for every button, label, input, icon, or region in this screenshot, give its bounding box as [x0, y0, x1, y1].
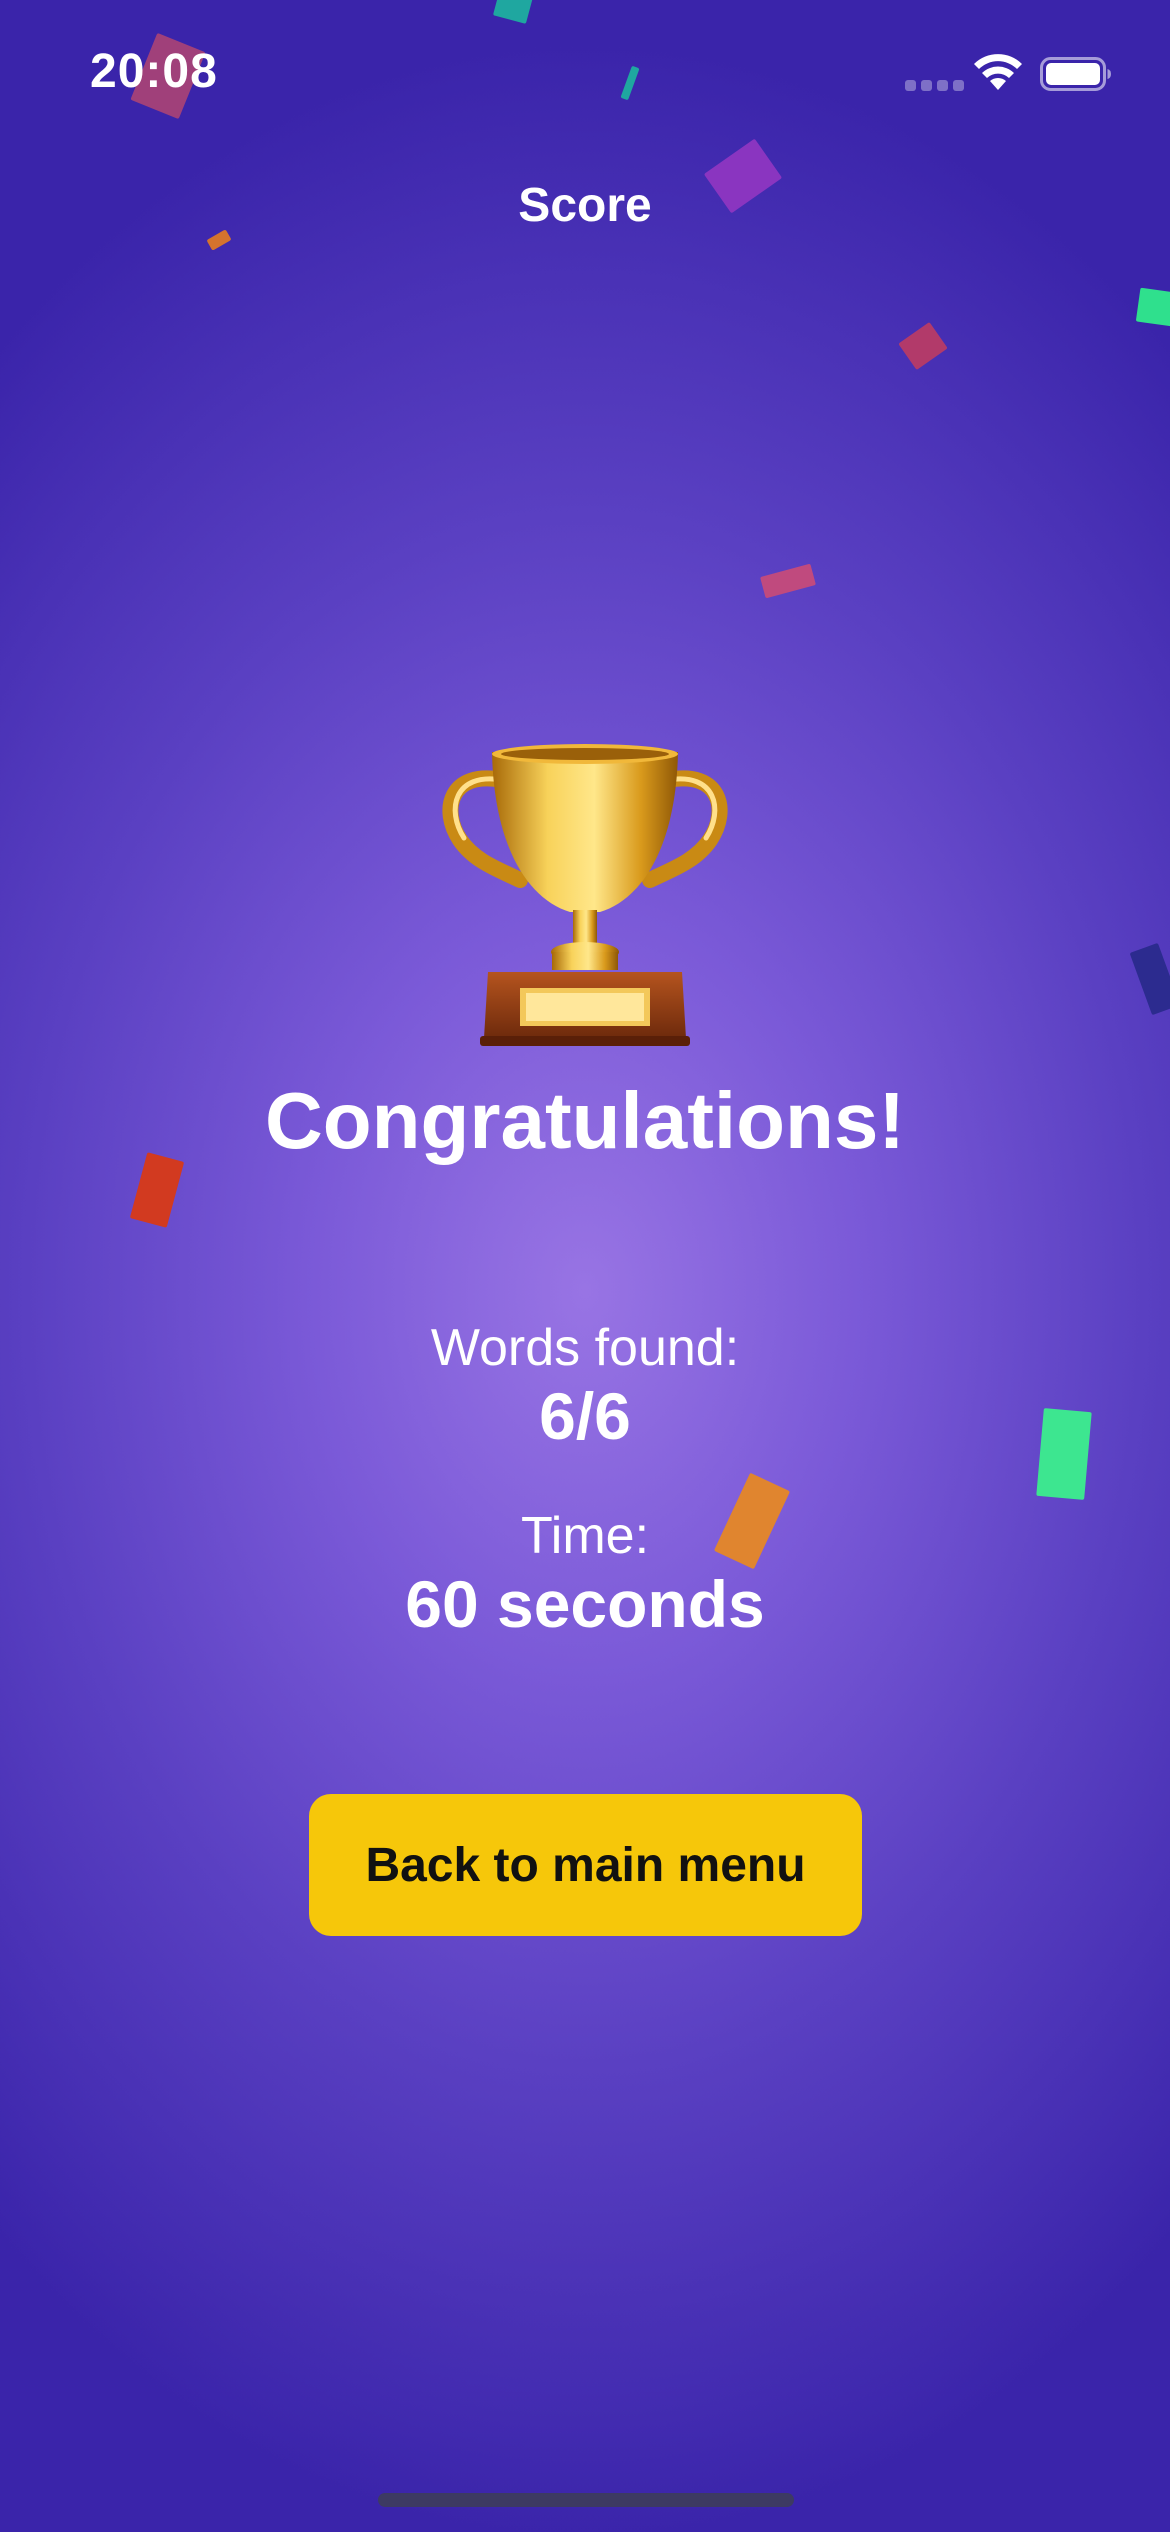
confetti-piece [1135, 287, 1170, 327]
congratulations-heading: Congratulations! [265, 1076, 905, 1165]
battery-icon [1040, 57, 1111, 91]
cellular-signal-icon [905, 80, 965, 92]
confetti-piece [1129, 942, 1170, 1016]
home-indicator[interactable] [378, 2493, 794, 2507]
status-time: 20:08 [90, 45, 218, 98]
time-value: 60 seconds [405, 1567, 765, 1641]
trophy-icon [442, 744, 728, 1046]
time-label: Time: [520, 1507, 650, 1565]
confetti-piece [898, 321, 948, 371]
words-found-label: Words found: [430, 1319, 740, 1377]
status-bar: 20:08 [0, 0, 1170, 150]
page-title: Score [518, 179, 652, 232]
wifi-icon [974, 54, 1022, 90]
confetti-piece [760, 563, 816, 599]
words-found-value: 6/6 [539, 1379, 631, 1453]
back-to-main-menu-button[interactable]: Back to main menu [309, 1794, 862, 1936]
